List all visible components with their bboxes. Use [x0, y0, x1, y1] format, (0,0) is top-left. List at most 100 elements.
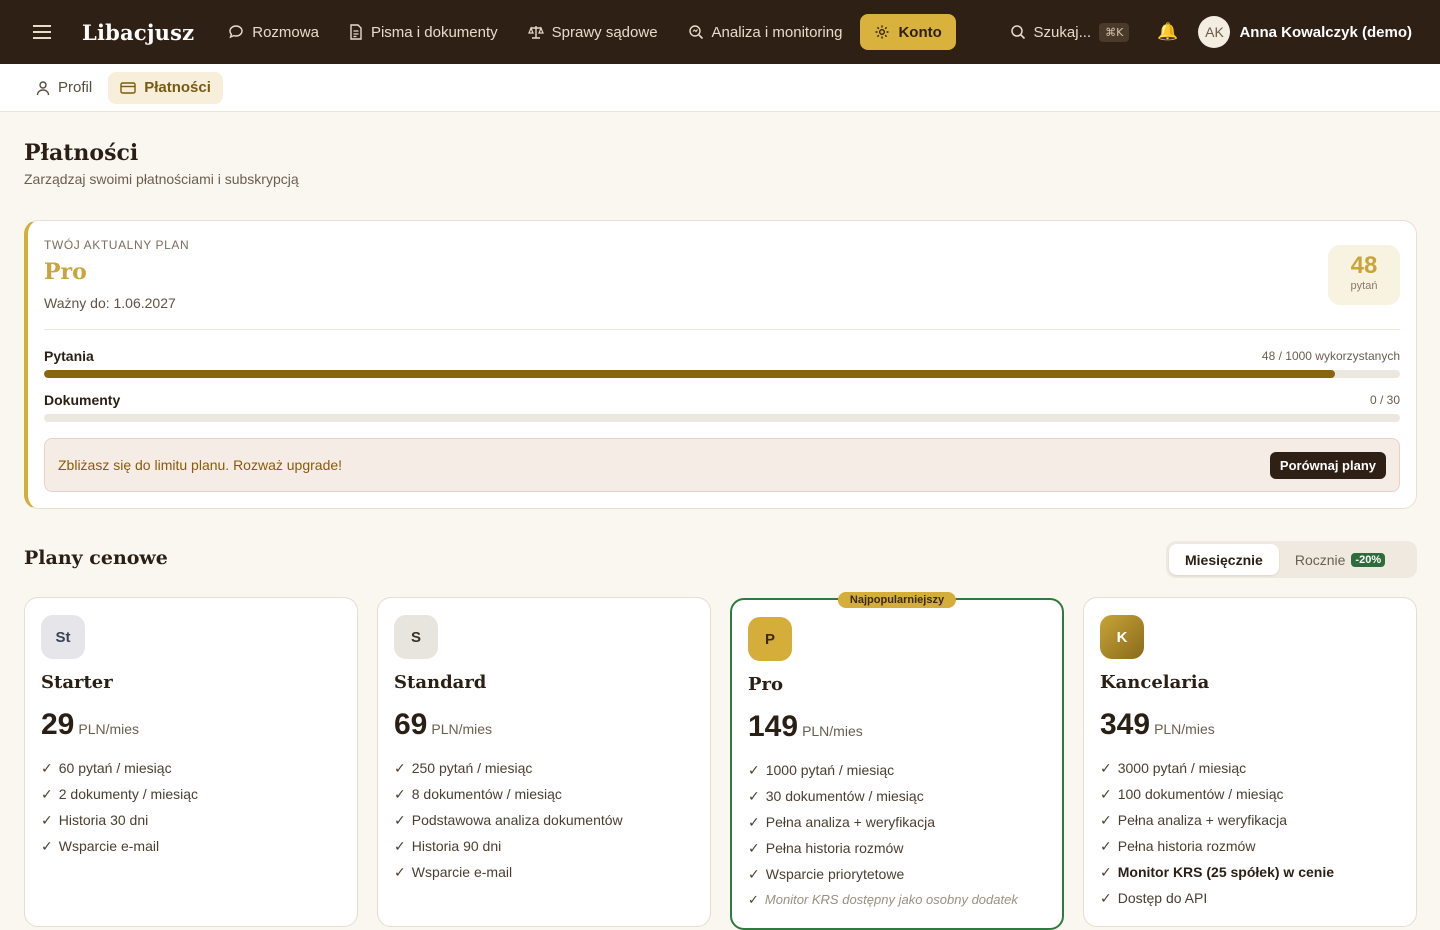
price-unit: PLN/mies [1154, 721, 1215, 737]
feature-item: ✓ Pełna historia rozmów [1100, 838, 1256, 854]
nav-item-label: Sprawy sądowe [551, 23, 658, 41]
feature-item: ✓ Historia 30 dni [41, 812, 149, 828]
feature-item: ✓ Dostęp do API [1100, 890, 1208, 906]
price-amount: 29 [41, 708, 75, 741]
popular-badge: Najpopularniejszy [837, 592, 957, 608]
toggle-yearly[interactable]: Rocznie -20% [1279, 544, 1401, 575]
yearly-discount-badge: -20% [1351, 552, 1386, 567]
current-plan-eyebrow: TWÓJ AKTUALNY PLAN [44, 238, 190, 252]
current-plan-valid-until: Ważny do: 1.06.2027 [44, 295, 176, 311]
compare-plans-button[interactable]: Porównaj plany [1269, 451, 1386, 479]
questions-count-label: pytań [1350, 280, 1378, 292]
plan-card-starter[interactable]: St Starter 29 PLN/mies ✓ 60 pytań / miesi… [24, 597, 358, 927]
menu-icon[interactable] [24, 14, 60, 50]
feature-item: ✓ Pełna historia rozmów [748, 840, 904, 856]
top-navbar: Libacjusz Rozmowa Pisma i dokumenty Spra… [0, 0, 1440, 64]
feature-item: ✓ Historia 90 dni [394, 838, 502, 854]
feature-item: ✓ Pełna analiza + weryfikacja [748, 814, 935, 830]
nav-item-label: Pisma i dokumenty [370, 23, 498, 41]
feature-item: ✓ 100 dokumentów / miesiąc [1100, 786, 1284, 802]
user-menu[interactable]: AK Anna Kowalczyk (demo) [1198, 16, 1412, 48]
nav-item-label: Analiza i monitoring [711, 23, 843, 41]
usage-label: Dokumenty [44, 392, 121, 408]
chat-bubble-icon [229, 25, 243, 39]
limit-warning-text: Zbliżasz się do limitu planu. Rozważ upg… [58, 457, 343, 473]
bell-icon[interactable]: 🔔 [1157, 22, 1178, 42]
feature-item: ✓ Podstawowa analiza dokumentów [394, 812, 623, 828]
billing-period-toggle: Miesięcznie Rocznie -20% [1166, 541, 1417, 578]
usage-progress-bar [44, 370, 1400, 378]
search-icon [1010, 25, 1025, 40]
feature-item: ✓ Wsparcie priorytetowe [748, 866, 905, 882]
nav-item-sprawy[interactable]: Sprawy sądowe [516, 14, 670, 50]
plan-price: 149 PLN/mies [748, 710, 863, 744]
usage-label: Pytania [44, 348, 94, 364]
plan-name: Starter [41, 672, 113, 693]
usage-progress-bar [44, 414, 1400, 422]
usage-value: 48 / 1000 wykorzystanych [1261, 349, 1400, 363]
feature-item: ✓ Pełna analiza + weryfikacja [1100, 812, 1287, 828]
feature-note: ✓ Monitor KRS dostępny jako osobny dodate… [748, 892, 1018, 907]
plan-name: Kancelaria [1100, 672, 1210, 693]
divider [44, 329, 1400, 330]
price-amount: 69 [394, 708, 428, 741]
plan-price: 349 PLN/mies [1100, 708, 1215, 742]
account-subtabs: Profil Płatności [0, 64, 1440, 112]
plan-card-standard[interactable]: S Standard 69 PLN/mies ✓ 250 pytań / mies… [377, 597, 711, 927]
price-unit: PLN/mies [78, 721, 140, 737]
usage-value: 0 / 30 [1369, 393, 1400, 407]
plan-initials-icon: K [1100, 615, 1144, 659]
search-button[interactable]: Szukaj... ⌘K [1010, 22, 1130, 42]
brand-logo[interactable]: Libacjusz [82, 20, 194, 45]
tab-platnosci[interactable]: Płatności [108, 71, 223, 104]
plan-card-pro[interactable]: Najpopularniejszy P Pro 149 PLN/mies ✓ 10… [730, 592, 1064, 930]
nav-item-analiza[interactable]: Analiza i monitoring [676, 14, 855, 50]
feature-item: ✓ 3000 pytań / miesiąc [1100, 760, 1247, 776]
feature-item: ✓ 8 dokumentów / miesiąc [394, 786, 562, 802]
plan-initials-icon: St [41, 615, 85, 659]
scales-icon [527, 26, 544, 39]
search-shortcut: ⌘K [1099, 22, 1130, 42]
tab-profil[interactable]: Profil [24, 72, 104, 104]
plan-features: ✓ 1000 pytań / miesiąc ✓ 30 dokumentów / m… [748, 760, 1018, 916]
nav-item-konto[interactable]: Konto [860, 14, 956, 50]
nav-item-rozmowa[interactable]: Rozmowa [216, 14, 331, 50]
feature-item: ✓ Wsparcie e-mail [41, 838, 160, 854]
nav-item-pisma[interactable]: Pisma i dokumenty [337, 14, 510, 50]
pricing-section-title: Plany cenowe [24, 547, 168, 569]
plan-price: 69 PLN/mies [394, 708, 492, 742]
plan-features: ✓ 250 pytań / miesiąc ✓ 8 dokumentów / mie… [394, 758, 623, 888]
usage-documents: Dokumenty 0 / 30 [44, 392, 1400, 422]
usage-questions: Pytania 48 / 1000 wykorzystanych [44, 348, 1400, 378]
magnifier-icon [688, 25, 703, 40]
price-unit: PLN/mies [431, 721, 493, 737]
main-nav: Rozmowa Pisma i dokumenty Sprawy sądowe … [216, 14, 956, 50]
page-subtitle: Zarządzaj swoimi płatnościami i subskryp… [24, 171, 299, 187]
questions-count: 48 [1350, 252, 1378, 279]
feature-item: ✓ 60 pytań / miesiąc [41, 760, 172, 776]
plan-features: ✓ 60 pytań / miesiąc ✓ 2 dokumenty / miesi… [41, 758, 198, 862]
plan-features: ✓ 3000 pytań / miesiąc ✓ 100 dokumentów / … [1100, 758, 1334, 914]
plan-card-kancelaria[interactable]: K Kancelaria 349 PLN/mies ✓ 3000 pytań / … [1083, 597, 1417, 927]
price-unit: PLN/mies [802, 723, 863, 739]
nav-item-label: Rozmowa [252, 23, 319, 41]
plan-name: Standard [394, 672, 487, 693]
plan-name: Pro [748, 674, 784, 695]
user-icon [36, 80, 50, 95]
price-amount: 349 [1100, 708, 1151, 741]
search-label: Szukaj... [1033, 23, 1092, 41]
nav-item-label: Konto [898, 23, 942, 41]
document-icon [350, 24, 362, 40]
feature-item: ✓ 1000 pytań / miesiąc [748, 762, 895, 778]
limit-warning-banner: Zbliżasz się do limitu planu. Rozważ upg… [44, 438, 1400, 492]
plan-price: 29 PLN/mies [41, 708, 139, 742]
tab-label: Płatności [144, 79, 211, 96]
toggle-yearly-label: Rocznie [1294, 551, 1346, 568]
feature-item: ✓ Wsparcie e-mail [394, 864, 513, 880]
plan-initials-icon: S [394, 615, 438, 659]
avatar: AK [1198, 16, 1231, 48]
toggle-monthly[interactable]: Miesięcznie [1169, 544, 1279, 575]
current-plan-name: Pro [44, 259, 87, 285]
user-name: Anna Kowalczyk (demo) [1239, 23, 1412, 41]
current-plan-card: TWÓJ AKTUALNY PLAN Pro Ważny do: 1.06.20… [24, 220, 1417, 509]
